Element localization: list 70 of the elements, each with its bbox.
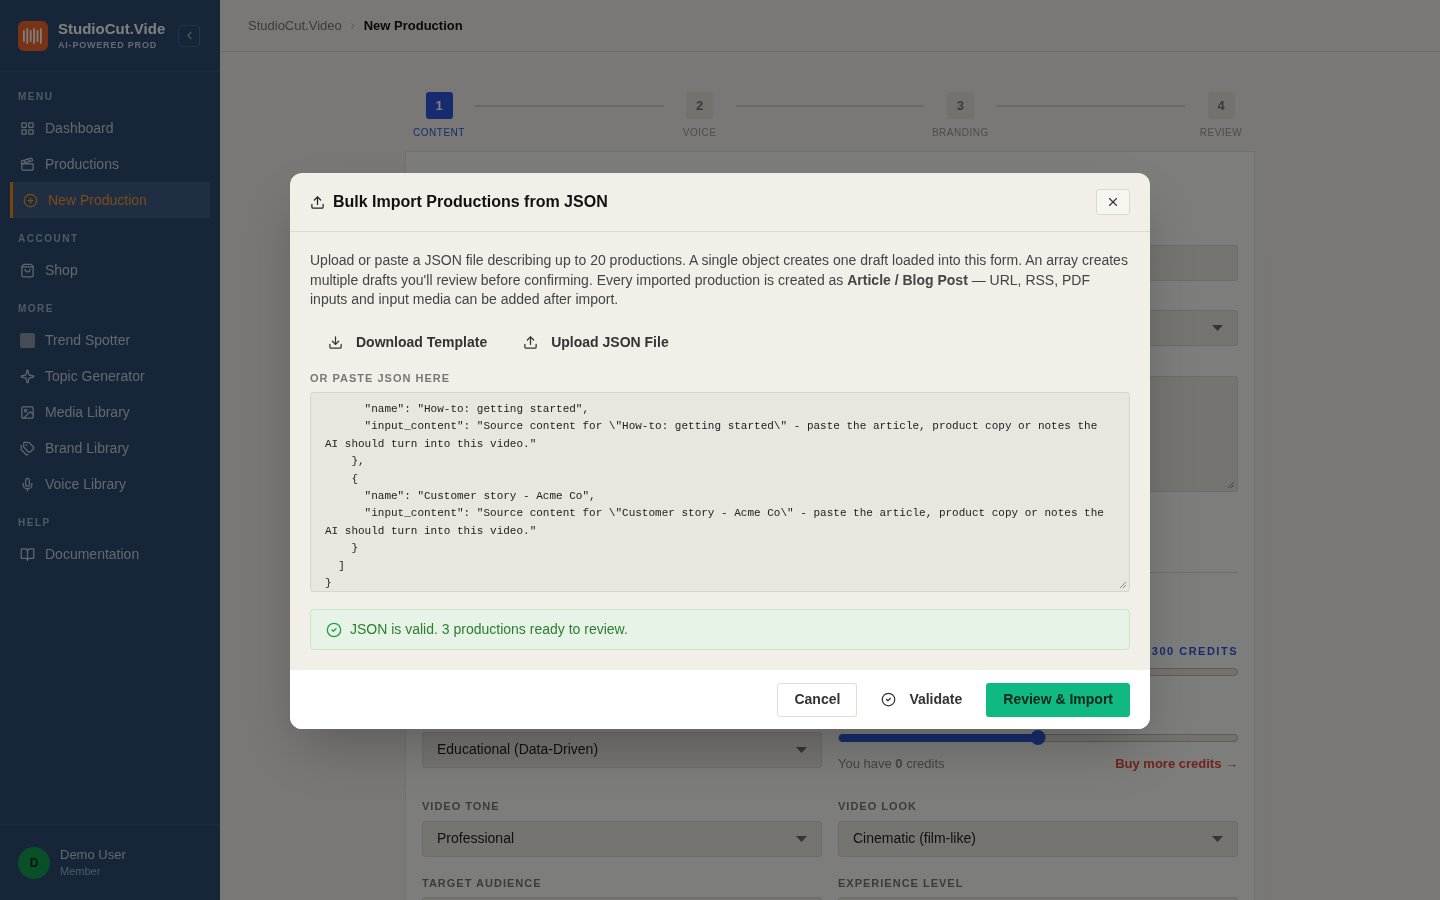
- nav-item[interactable]: Productions: [10, 146, 210, 182]
- paste-label: OR PASTE JSON HERE: [310, 370, 452, 386]
- nav-item[interactable]: Dashboard: [10, 110, 210, 146]
- select-field[interactable]: Cinematic (film-like): [838, 820, 1238, 857]
- cancel-button[interactable]: Cancel: [777, 682, 858, 717]
- section-heading: HELP: [17, 515, 52, 530]
- step-number[interactable]: 1: [425, 92, 453, 119]
- breadcrumb-item[interactable]: StudioCut.Video: [248, 15, 342, 36]
- upload-icon: [310, 194, 325, 210]
- tag-icon: [20, 440, 35, 456]
- nav-item[interactable]: Shop: [10, 252, 210, 288]
- book-icon: [20, 546, 35, 562]
- step-number[interactable]: 4: [1207, 92, 1235, 119]
- check-circle-icon: [881, 692, 897, 707]
- shopping-bag-icon: [20, 262, 35, 278]
- credits-label: 300 CREDITS: [1151, 644, 1238, 659]
- step-number[interactable]: 2: [686, 92, 714, 119]
- validate-button[interactable]: Validate: [867, 682, 977, 717]
- field-label: TARGET AUDIENCE: [422, 875, 543, 891]
- caret-icon: [796, 835, 807, 842]
- status-message: JSON is valid. 3 productions ready to review.: [310, 609, 1130, 650]
- close-button[interactable]: [1096, 189, 1130, 215]
- caret-icon: [1212, 835, 1223, 842]
- user-name: Demo User: [60, 845, 126, 863]
- resize-handle-icon: [1119, 581, 1127, 589]
- avatar: D: [18, 846, 50, 879]
- section-heading: ACCOUNT: [17, 231, 80, 246]
- select-field[interactable]: Educational (Data-Driven): [422, 731, 822, 768]
- nav-item[interactable]: Media Library: [10, 394, 210, 430]
- star-icon: [20, 368, 35, 384]
- download-template-button[interactable]: Download Template: [320, 329, 496, 356]
- download-icon: [328, 335, 343, 350]
- review-import-button[interactable]: Review & Import: [986, 682, 1130, 717]
- breadcrumb-item: New Production: [363, 16, 463, 35]
- brand-tagline: AI-POWERED PROD: [58, 38, 158, 52]
- close-icon: [1106, 195, 1120, 209]
- nav-item[interactable]: Voice Library: [10, 466, 210, 502]
- brand-name: StudioCut.Vide: [58, 18, 166, 39]
- user-role: Member: [60, 863, 102, 879]
- clapperboard-icon: [20, 156, 35, 172]
- field-label: VIDEO TONE: [422, 799, 501, 814]
- nav-item[interactable]: Trend Spotter: [10, 322, 210, 358]
- dialog-title: Bulk Import Productions from JSON: [333, 192, 608, 212]
- buy-credits-link[interactable]: Buy more credits →: [1115, 753, 1238, 773]
- step-label: CONTENT: [413, 126, 465, 140]
- field-label: VIDEO LOOK: [838, 799, 919, 814]
- caret-icon: [1212, 325, 1223, 331]
- square-icon: [20, 332, 35, 348]
- collapse-button[interactable]: [178, 24, 200, 47]
- select-field[interactable]: Professional: [422, 820, 822, 857]
- nav-item[interactable]: Documentation: [10, 536, 210, 572]
- microphone-icon: [20, 476, 35, 492]
- step-number[interactable]: 3: [946, 92, 974, 119]
- grid-icon: [20, 120, 35, 136]
- upload-file-button[interactable]: Upload JSON File: [515, 329, 677, 356]
- slider-thumb[interactable]: [1030, 729, 1046, 745]
- section-heading: MORE: [17, 301, 55, 316]
- check-circle-icon: [326, 621, 342, 638]
- logo-icon: [18, 20, 48, 51]
- field-label: EXPERIENCE LEVEL: [838, 875, 965, 891]
- resize-handle-icon: [1227, 481, 1235, 489]
- nav-item[interactable]: New Production: [10, 182, 210, 218]
- json-field[interactable]: "name": "How-to: getting started", "input_content": "Source content for \"How-to: getting started\" - paste the article, product copy or notes the AI should turn into this video." }, { "name": "Customer story - Acme Co", "input_content": "Source content for \"Customer story - Acme Co\" - paste the article, product copy or notes the AI should turn into this video." } ] }: [310, 392, 1130, 592]
- image-icon: [20, 404, 35, 420]
- caret-icon: [796, 746, 807, 753]
- plus-circle-icon: [23, 192, 38, 208]
- nav-item[interactable]: Brand Library: [10, 430, 210, 466]
- section-heading: MENU: [17, 89, 55, 104]
- nav-item[interactable]: Topic Generator: [10, 358, 210, 394]
- upload-icon: [523, 335, 539, 350]
